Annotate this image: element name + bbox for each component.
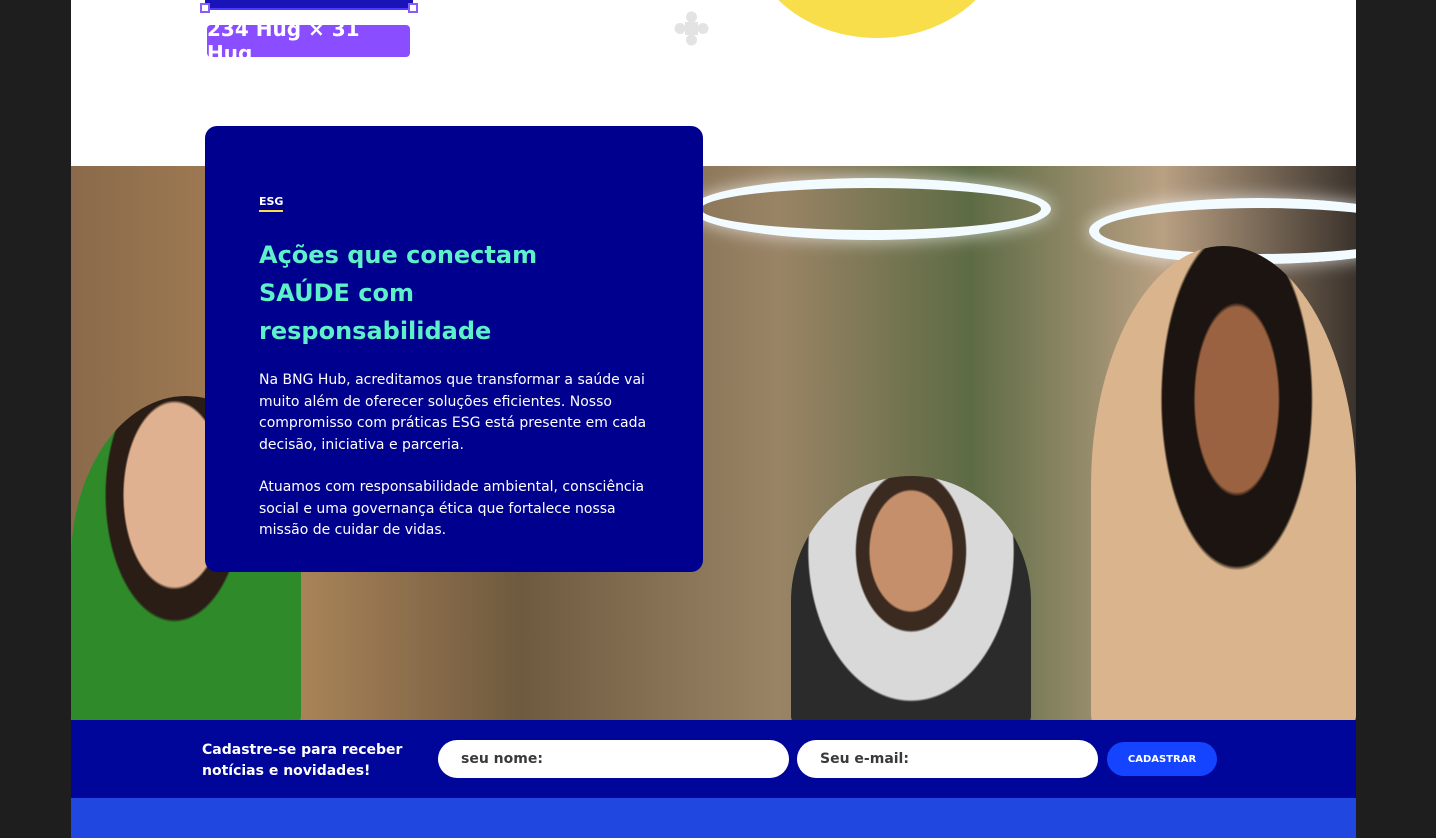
esg-headline: Ações que conectam SAÚDE com responsabil… [259,241,538,345]
footer-band [71,798,1356,838]
newsletter-text: Cadastre-se para receber notícias e novi… [202,742,403,779]
subscribe-button[interactable]: CADASTRAR [1107,742,1217,776]
man-center-figure [791,476,1031,722]
esg-paragraph-2: Atuamos com responsabilidade ambiental, … [259,479,645,538]
name-input[interactable] [438,740,789,778]
page-frame: 234 Hug × 31 Hug ESG Ações que conectam … [71,0,1356,838]
esg-tag: ESG [259,195,284,212]
esg-paragraph-1: Na BNG Hub, acreditamos que transformar … [259,372,647,453]
selected-element[interactable] [205,0,413,10]
resize-handle-bottom-right[interactable] [408,3,418,13]
decorative-yellow-circle [747,0,1007,38]
size-badge: 234 Hug × 31 Hug [207,17,410,65]
resize-handle-bottom-left[interactable] [200,3,210,13]
ceiling-light-ring [691,178,1051,240]
email-input[interactable] [797,740,1098,778]
plus-icon[interactable] [674,11,709,46]
woman-right-figure [1091,246,1356,722]
esg-card: ESG Ações que conectam SAÚDE com respons… [205,126,703,572]
newsletter-bar: Cadastre-se para receber notícias e novi… [71,720,1356,798]
